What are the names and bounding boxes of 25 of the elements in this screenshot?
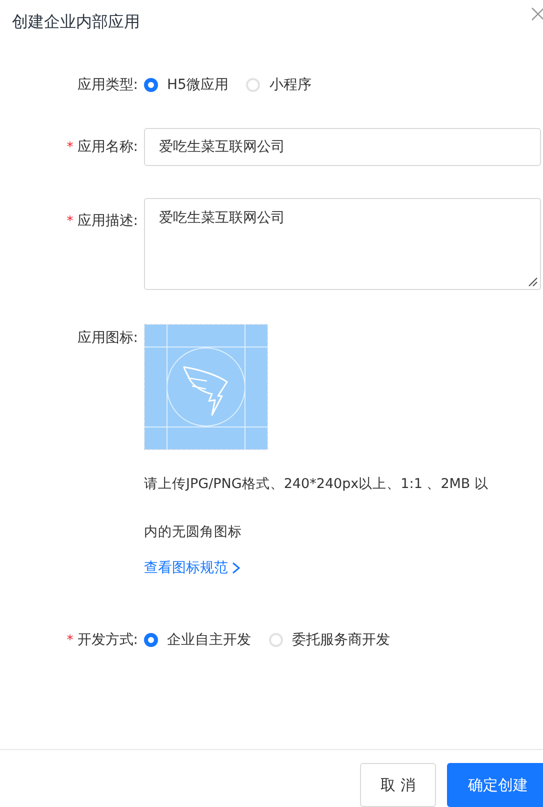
required-asterisk: * [66, 214, 74, 228]
close-icon[interactable] [531, 7, 543, 21]
dialog-title: 创建企业内部应用 [12, 12, 140, 33]
icon-guidelines-link[interactable]: 查看图标规范 [144, 556, 241, 580]
field-label: 开发方式: [77, 631, 138, 649]
resize-handle-icon[interactable] [528, 277, 538, 287]
confirm-button[interactable]: 确定创建 [447, 763, 543, 807]
radio-button[interactable] [144, 78, 158, 92]
chevron-right-icon [231, 561, 241, 575]
radio-label[interactable]: 小程序 [269, 76, 312, 94]
radio-label[interactable]: 企业自主开发 [167, 631, 251, 649]
radio-label[interactable]: H5微应用 [167, 76, 228, 94]
field-label: 应用描述: [77, 212, 138, 230]
cancel-button[interactable]: 取 消 [360, 763, 436, 807]
required-asterisk: * [66, 140, 74, 154]
textarea-field[interactable]: 爱吃生菜互联网公司 [144, 198, 541, 290]
required-asterisk: * [66, 632, 74, 648]
field-label: 应用类型: [77, 76, 138, 94]
icon-preview-drawing[interactable] [144, 324, 268, 450]
radio-button[interactable] [144, 633, 158, 647]
radio-label[interactable]: 委托服务商开发 [292, 631, 390, 649]
input-field[interactable]: 爱吃生菜互联网公司 [144, 128, 541, 166]
field-label: 应用图标: [77, 329, 138, 347]
field-label: 应用名称: [77, 138, 138, 156]
upload-hint: 请上传JPG/PNG格式、240*240px以上、1:1 、2MB 以内的无圆角图标 [144, 475, 490, 542]
